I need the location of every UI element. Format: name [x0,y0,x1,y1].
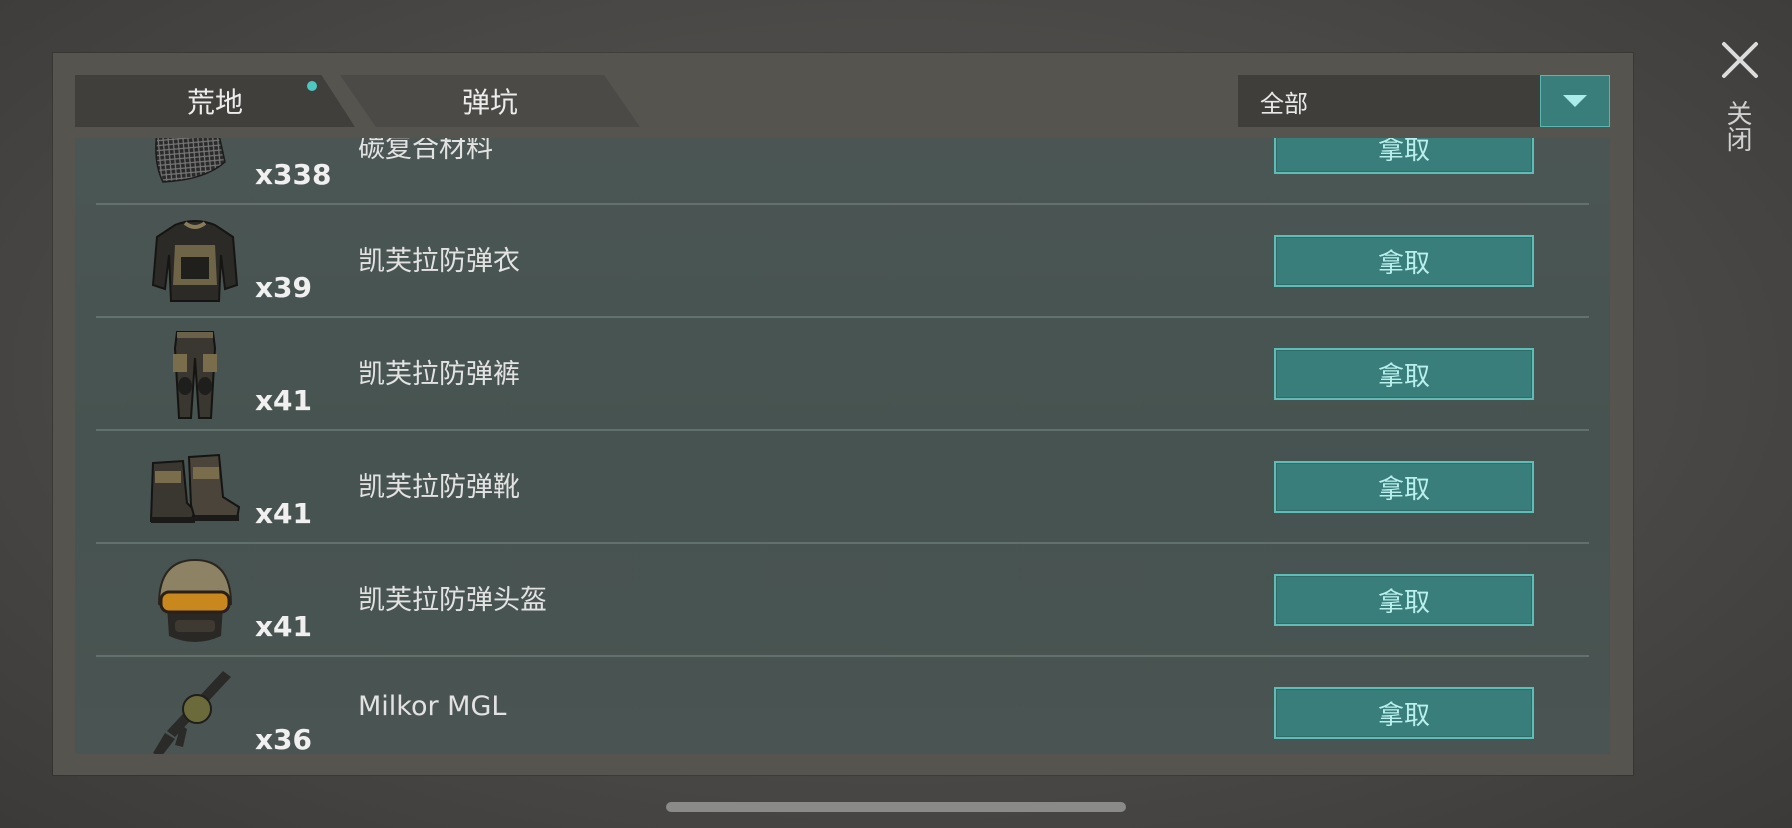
tab-crater[interactable]: 弹坑 [340,75,640,127]
item-quantity: x41 [255,497,313,530]
tab-crater-label: 弹坑 [461,86,518,119]
item-quantity: x338 [255,158,332,191]
item-name: Milkor MGL [358,691,507,722]
take-button[interactable]: 拿取 [1274,687,1534,739]
list-item: x41 凯芙拉防弹头盔 拿取 [75,544,1610,657]
close-icon[interactable] [1718,38,1762,82]
item-name: 凯芙拉防弹靴 [358,472,520,503]
item-list[interactable]: x338 碳复合材料 拿取 x39 凯芙拉防弹衣 拿取 x41 凯芙拉防弹裤 拿… [75,138,1610,754]
carbon-mesh-icon [145,138,245,196]
armored-pants-icon [145,328,245,422]
armored-boots-icon [145,441,245,535]
chevron-down-icon [1563,95,1587,107]
list-item: x36 Milkor MGL 拿取 [75,657,1610,754]
helmet-icon [145,554,245,648]
item-name: 凯芙拉防弹裤 [358,359,520,390]
filter-selected-label: 全部 [1260,89,1308,118]
item-name: 碳复合材料 [358,138,493,164]
close-label[interactable]: 关闭 [1722,100,1756,152]
list-item: x41 凯芙拉防弹靴 拿取 [75,431,1610,544]
item-name: 凯芙拉防弹头盔 [358,585,547,616]
take-button[interactable]: 拿取 [1274,574,1534,626]
list-item: x338 碳复合材料 拿取 [75,138,1610,205]
tab-wasteland-label: 荒地 [186,86,243,119]
item-quantity: x41 [255,384,313,417]
item-quantity: x36 [255,723,313,754]
take-button[interactable]: 拿取 [1274,235,1534,287]
item-quantity: x41 [255,610,313,643]
take-button[interactable]: 拿取 [1274,348,1534,400]
body-armor-icon [145,215,245,309]
grenade-launcher-icon [145,667,245,754]
filter-dropdown[interactable]: 全部 [1238,75,1610,127]
list-item: x39 凯芙拉防弹衣 拿取 [75,205,1610,318]
item-quantity: x39 [255,271,313,304]
take-button[interactable]: 拿取 [1274,138,1534,174]
item-name: 凯芙拉防弹衣 [358,246,520,277]
filter-dropdown-button[interactable] [1540,75,1610,127]
take-button[interactable]: 拿取 [1274,461,1534,513]
home-indicator[interactable] [666,802,1126,812]
list-item: x41 凯芙拉防弹裤 拿取 [75,318,1610,431]
notification-dot [307,81,317,91]
